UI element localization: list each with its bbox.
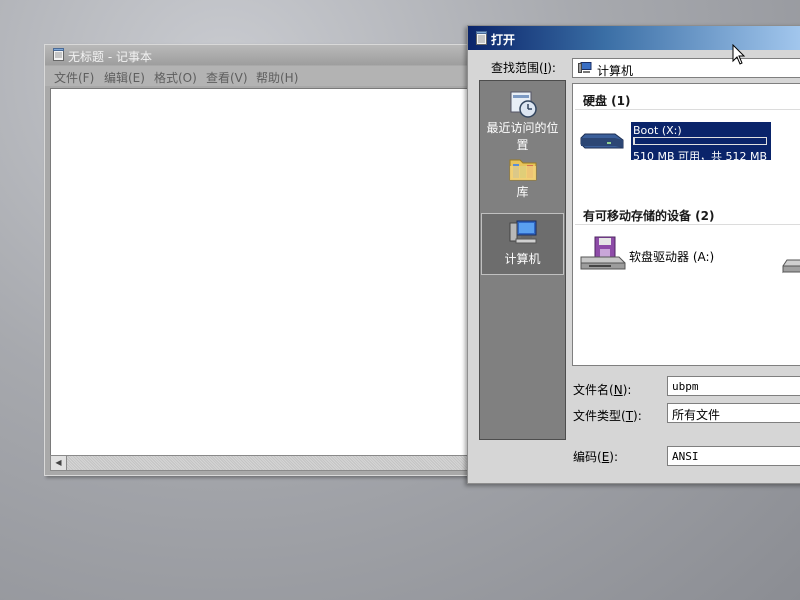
look-in-accesskey: I xyxy=(543,61,548,75)
file-type-label-text: 文件类型 xyxy=(573,409,622,423)
place-computer-label: 计算机 xyxy=(504,252,541,266)
menu-file[interactable]: 文件(F) xyxy=(54,69,94,86)
drive-boot-usage-fill xyxy=(634,138,635,144)
horizontal-scrollbar[interactable]: ◀ xyxy=(50,455,468,471)
notepad-window: 无标题 - 记事本 文件(F) 编辑(E) 格式(O) 查看(V) 帮助(H) … xyxy=(44,44,472,476)
notepad-menu-bar: 文件(F) 编辑(E) 格式(O) 查看(V) 帮助(H) xyxy=(45,66,471,86)
file-name-input[interactable]: ubpm xyxy=(667,376,800,396)
encoding-dropdown[interactable]: ANSI xyxy=(667,446,800,466)
group-removable[interactable]: 有可移动存储的设备 (2) xyxy=(583,207,715,224)
mouse-cursor-icon xyxy=(732,44,746,65)
drive-removable-second[interactable] xyxy=(781,250,800,280)
file-list[interactable]: 硬盘 (1) Boot (X:) 510 MB 可用，共 512 MB 有可移动… xyxy=(572,83,800,366)
menu-edit[interactable]: 编辑(E) xyxy=(104,69,145,86)
file-type-label: 文件类型(T): xyxy=(573,409,642,423)
hard-disk-icon xyxy=(580,133,624,149)
computer-icon xyxy=(509,220,536,244)
open-dialog: 打开 查找范围(I): 计算机 最近访问的位置 库 计算机 硬盘 (1) Boo… xyxy=(467,25,800,484)
floppy-drive-icon xyxy=(580,236,626,270)
arrow-left-icon: ◀ xyxy=(55,458,62,467)
encoding-accesskey: E xyxy=(601,450,610,464)
menu-format[interactable]: 格式(O) xyxy=(154,69,197,86)
encoding-label-text: 编码 xyxy=(573,450,598,464)
look-in-dropdown[interactable]: 计算机 xyxy=(572,58,800,78)
menu-help[interactable]: 帮助(H) xyxy=(256,69,298,86)
removable-drive-icon xyxy=(782,259,800,274)
look-in-value: 计算机 xyxy=(597,64,634,78)
menu-view[interactable]: 查看(V) xyxy=(206,69,248,86)
file-name-label-text: 文件名 xyxy=(573,383,610,397)
group-divider xyxy=(575,109,800,110)
drive-boot-name: Boot (X:) xyxy=(633,124,682,137)
place-libraries[interactable]: 库 xyxy=(481,153,564,200)
place-recent[interactable]: 最近访问的位置 xyxy=(481,87,564,153)
notepad-icon xyxy=(53,48,64,61)
notepad-title-bar[interactable]: 无标题 - 记事本 xyxy=(45,45,471,65)
drive-floppy[interactable]: 软盘驱动器 (A:) xyxy=(577,235,727,275)
place-libraries-label: 库 xyxy=(516,185,529,199)
file-type-accesskey: T xyxy=(625,409,634,423)
computer-icon xyxy=(578,62,592,73)
dialog-title-bar[interactable]: 打开 xyxy=(468,26,800,50)
notepad-title: 无标题 - 记事本 xyxy=(68,50,152,64)
file-type-dropdown[interactable]: 所有文件 xyxy=(667,403,800,423)
libraries-icon xyxy=(509,159,536,181)
drive-boot-selection[interactable]: Boot (X:) 510 MB 可用，共 512 MB xyxy=(631,122,771,163)
look-in-label: 查找范围(I): xyxy=(491,61,556,75)
dialog-title: 打开 xyxy=(491,33,516,47)
encoding-label: 编码(E): xyxy=(573,450,619,464)
drive-boot-usage-bar xyxy=(633,137,767,145)
scroll-left-button[interactable]: ◀ xyxy=(51,456,67,470)
recent-places-icon xyxy=(510,91,537,118)
places-bar: 最近访问的位置 库 计算机 xyxy=(479,80,566,440)
notepad-icon xyxy=(476,31,487,45)
group-hard-disks[interactable]: 硬盘 (1) xyxy=(583,92,631,109)
drive-floppy-name: 软盘驱动器 (A:) xyxy=(629,250,715,264)
file-name-accesskey: N xyxy=(613,383,623,397)
look-in-label-text: 查找范围 xyxy=(491,61,540,75)
group-divider xyxy=(575,224,800,225)
place-recent-label: 最近访问的位置 xyxy=(486,121,559,152)
place-computer[interactable]: 计算机 xyxy=(481,213,564,275)
drive-boot-space: 510 MB 可用，共 512 MB xyxy=(633,150,768,163)
file-name-label: 文件名(N): xyxy=(573,383,632,397)
notepad-text-area[interactable] xyxy=(50,88,470,457)
